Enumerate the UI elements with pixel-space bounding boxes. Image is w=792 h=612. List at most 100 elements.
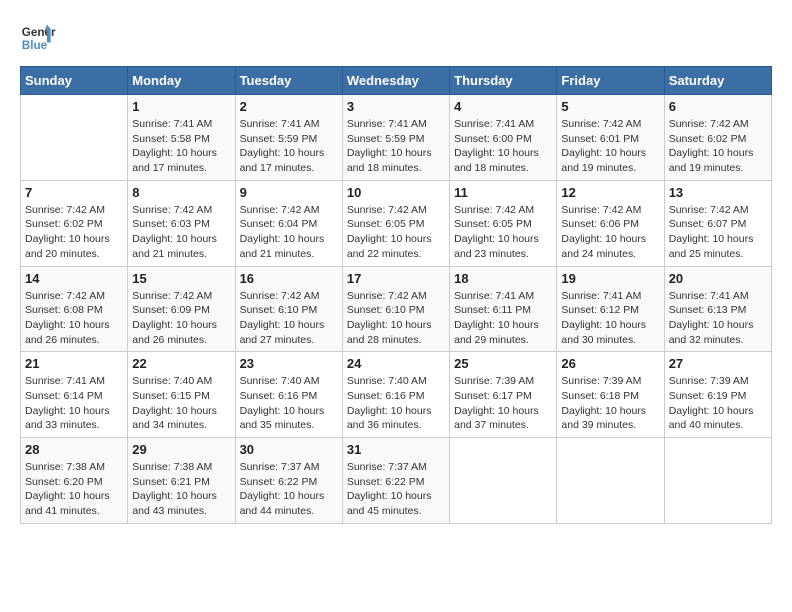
day-info: Sunrise: 7:40 AM Sunset: 6:15 PM Dayligh… bbox=[132, 374, 230, 433]
day-info: Sunrise: 7:37 AM Sunset: 6:22 PM Dayligh… bbox=[240, 460, 338, 519]
column-header-saturday: Saturday bbox=[664, 67, 771, 95]
week-row-4: 21 Sunrise: 7:41 AM Sunset: 6:14 PM Dayli… bbox=[21, 352, 772, 438]
day-info: Sunrise: 7:37 AM Sunset: 6:22 PM Dayligh… bbox=[347, 460, 445, 519]
day-cell: 3 Sunrise: 7:41 AM Sunset: 5:59 PM Daylig… bbox=[342, 95, 449, 181]
day-cell: 28 Sunrise: 7:38 AM Sunset: 6:20 PM Dayli… bbox=[21, 438, 128, 524]
day-cell: 18 Sunrise: 7:41 AM Sunset: 6:11 PM Dayli… bbox=[450, 266, 557, 352]
day-cell: 30 Sunrise: 7:37 AM Sunset: 6:22 PM Dayli… bbox=[235, 438, 342, 524]
day-cell: 7 Sunrise: 7:42 AM Sunset: 6:02 PM Daylig… bbox=[21, 180, 128, 266]
day-number: 21 bbox=[25, 356, 123, 371]
day-cell: 21 Sunrise: 7:41 AM Sunset: 6:14 PM Dayli… bbox=[21, 352, 128, 438]
day-number: 28 bbox=[25, 442, 123, 457]
page-header: General Blue bbox=[20, 20, 772, 56]
column-header-tuesday: Tuesday bbox=[235, 67, 342, 95]
day-info: Sunrise: 7:41 AM Sunset: 6:11 PM Dayligh… bbox=[454, 289, 552, 348]
day-cell: 27 Sunrise: 7:39 AM Sunset: 6:19 PM Dayli… bbox=[664, 352, 771, 438]
day-number: 20 bbox=[669, 271, 767, 286]
day-number: 19 bbox=[561, 271, 659, 286]
day-info: Sunrise: 7:42 AM Sunset: 6:09 PM Dayligh… bbox=[132, 289, 230, 348]
logo: General Blue bbox=[20, 20, 60, 56]
day-cell bbox=[557, 438, 664, 524]
day-cell bbox=[450, 438, 557, 524]
day-number: 23 bbox=[240, 356, 338, 371]
day-info: Sunrise: 7:42 AM Sunset: 6:05 PM Dayligh… bbox=[454, 203, 552, 262]
day-cell: 1 Sunrise: 7:41 AM Sunset: 5:58 PM Daylig… bbox=[128, 95, 235, 181]
day-cell: 12 Sunrise: 7:42 AM Sunset: 6:06 PM Dayli… bbox=[557, 180, 664, 266]
day-cell: 29 Sunrise: 7:38 AM Sunset: 6:21 PM Dayli… bbox=[128, 438, 235, 524]
day-number: 12 bbox=[561, 185, 659, 200]
day-info: Sunrise: 7:38 AM Sunset: 6:20 PM Dayligh… bbox=[25, 460, 123, 519]
day-number: 2 bbox=[240, 99, 338, 114]
svg-text:Blue: Blue bbox=[22, 39, 48, 52]
day-cell bbox=[21, 95, 128, 181]
day-number: 15 bbox=[132, 271, 230, 286]
day-number: 8 bbox=[132, 185, 230, 200]
day-number: 6 bbox=[669, 99, 767, 114]
day-info: Sunrise: 7:42 AM Sunset: 6:07 PM Dayligh… bbox=[669, 203, 767, 262]
day-number: 31 bbox=[347, 442, 445, 457]
day-number: 5 bbox=[561, 99, 659, 114]
calendar-table: SundayMondayTuesdayWednesdayThursdayFrid… bbox=[20, 66, 772, 524]
day-cell: 11Sunrise: 7:42 AM Sunset: 6:05 PM Dayli… bbox=[450, 180, 557, 266]
column-header-friday: Friday bbox=[557, 67, 664, 95]
day-info: Sunrise: 7:41 AM Sunset: 6:12 PM Dayligh… bbox=[561, 289, 659, 348]
day-cell: 22Sunrise: 7:40 AM Sunset: 6:15 PM Dayli… bbox=[128, 352, 235, 438]
day-info: Sunrise: 7:41 AM Sunset: 6:13 PM Dayligh… bbox=[669, 289, 767, 348]
day-number: 30 bbox=[240, 442, 338, 457]
day-cell: 4Sunrise: 7:41 AM Sunset: 6:00 PM Daylig… bbox=[450, 95, 557, 181]
day-info: Sunrise: 7:41 AM Sunset: 5:58 PM Dayligh… bbox=[132, 117, 230, 176]
column-header-sunday: Sunday bbox=[21, 67, 128, 95]
week-row-3: 14Sunrise: 7:42 AM Sunset: 6:08 PM Dayli… bbox=[21, 266, 772, 352]
day-number: 16 bbox=[240, 271, 338, 286]
day-cell: 25Sunrise: 7:39 AM Sunset: 6:17 PM Dayli… bbox=[450, 352, 557, 438]
day-cell: 31 Sunrise: 7:37 AM Sunset: 6:22 PM Dayli… bbox=[342, 438, 449, 524]
day-cell: 10 Sunrise: 7:42 AM Sunset: 6:05 PM Dayli… bbox=[342, 180, 449, 266]
day-number: 26 bbox=[561, 356, 659, 371]
day-info: Sunrise: 7:39 AM Sunset: 6:17 PM Dayligh… bbox=[454, 374, 552, 433]
day-info: Sunrise: 7:42 AM Sunset: 6:04 PM Dayligh… bbox=[240, 203, 338, 262]
logo-icon: General Blue bbox=[20, 20, 56, 56]
day-number: 10 bbox=[347, 185, 445, 200]
day-cell: 6 Sunrise: 7:42 AM Sunset: 6:02 PM Daylig… bbox=[664, 95, 771, 181]
day-number: 3 bbox=[347, 99, 445, 114]
day-cell: 19 Sunrise: 7:41 AM Sunset: 6:12 PM Dayli… bbox=[557, 266, 664, 352]
day-number: 13 bbox=[669, 185, 767, 200]
day-info: Sunrise: 7:40 AM Sunset: 6:16 PM Dayligh… bbox=[240, 374, 338, 433]
svg-text:General: General bbox=[22, 26, 56, 39]
day-number: 7 bbox=[25, 185, 123, 200]
week-row-1: 1 Sunrise: 7:41 AM Sunset: 5:58 PM Daylig… bbox=[21, 95, 772, 181]
day-info: Sunrise: 7:42 AM Sunset: 6:05 PM Dayligh… bbox=[347, 203, 445, 262]
day-info: Sunrise: 7:42 AM Sunset: 6:02 PM Dayligh… bbox=[25, 203, 123, 262]
day-info: Sunrise: 7:38 AM Sunset: 6:21 PM Dayligh… bbox=[132, 460, 230, 519]
day-cell: 23 Sunrise: 7:40 AM Sunset: 6:16 PM Dayli… bbox=[235, 352, 342, 438]
day-info: Sunrise: 7:42 AM Sunset: 6:02 PM Dayligh… bbox=[669, 117, 767, 176]
day-cell: 2 Sunrise: 7:41 AM Sunset: 5:59 PM Daylig… bbox=[235, 95, 342, 181]
day-number: 18 bbox=[454, 271, 552, 286]
column-header-wednesday: Wednesday bbox=[342, 67, 449, 95]
day-cell: 15 Sunrise: 7:42 AM Sunset: 6:09 PM Dayli… bbox=[128, 266, 235, 352]
day-info: Sunrise: 7:39 AM Sunset: 6:19 PM Dayligh… bbox=[669, 374, 767, 433]
day-info: Sunrise: 7:42 AM Sunset: 6:10 PM Dayligh… bbox=[347, 289, 445, 348]
day-cell: 20 Sunrise: 7:41 AM Sunset: 6:13 PM Dayli… bbox=[664, 266, 771, 352]
day-cell: 13 Sunrise: 7:42 AM Sunset: 6:07 PM Dayli… bbox=[664, 180, 771, 266]
week-row-5: 28 Sunrise: 7:38 AM Sunset: 6:20 PM Dayli… bbox=[21, 438, 772, 524]
day-info: Sunrise: 7:41 AM Sunset: 5:59 PM Dayligh… bbox=[240, 117, 338, 176]
day-cell: 14Sunrise: 7:42 AM Sunset: 6:08 PM Dayli… bbox=[21, 266, 128, 352]
day-number: 17 bbox=[347, 271, 445, 286]
day-info: Sunrise: 7:42 AM Sunset: 6:06 PM Dayligh… bbox=[561, 203, 659, 262]
day-cell bbox=[664, 438, 771, 524]
day-cell: 17 Sunrise: 7:42 AM Sunset: 6:10 PM Dayli… bbox=[342, 266, 449, 352]
day-info: Sunrise: 7:42 AM Sunset: 6:01 PM Dayligh… bbox=[561, 117, 659, 176]
day-cell: 9 Sunrise: 7:42 AM Sunset: 6:04 PM Daylig… bbox=[235, 180, 342, 266]
day-number: 4 bbox=[454, 99, 552, 114]
day-info: Sunrise: 7:41 AM Sunset: 5:59 PM Dayligh… bbox=[347, 117, 445, 176]
day-number: 27 bbox=[669, 356, 767, 371]
day-number: 29 bbox=[132, 442, 230, 457]
day-cell: 26 Sunrise: 7:39 AM Sunset: 6:18 PM Dayli… bbox=[557, 352, 664, 438]
day-info: Sunrise: 7:39 AM Sunset: 6:18 PM Dayligh… bbox=[561, 374, 659, 433]
column-header-monday: Monday bbox=[128, 67, 235, 95]
day-number: 1 bbox=[132, 99, 230, 114]
calendar-header-row: SundayMondayTuesdayWednesdayThursdayFrid… bbox=[21, 67, 772, 95]
day-info: Sunrise: 7:41 AM Sunset: 6:14 PM Dayligh… bbox=[25, 374, 123, 433]
day-number: 9 bbox=[240, 185, 338, 200]
